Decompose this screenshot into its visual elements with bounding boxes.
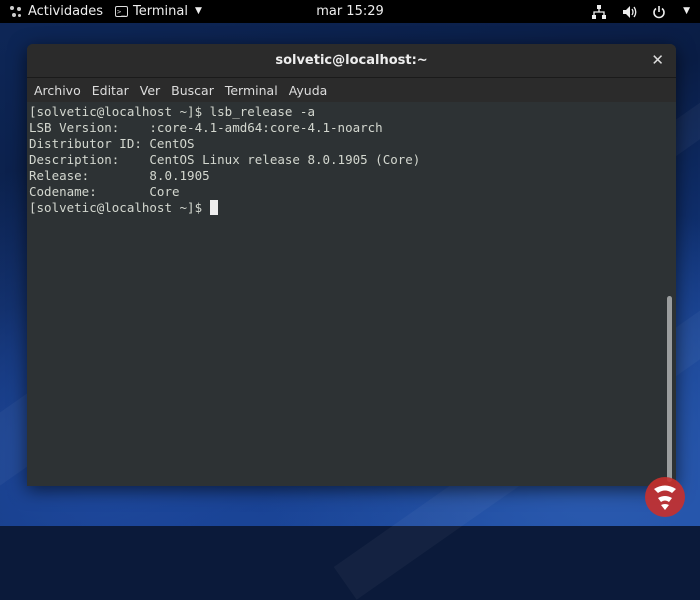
window-titlebar[interactable]: solvetic@localhost:~ ✕ bbox=[27, 44, 676, 78]
terminal-line: Release: 8.0.1905 bbox=[29, 168, 210, 183]
text-cursor bbox=[209, 200, 218, 215]
terminal-prompt-line: [solvetic@localhost ~]$ bbox=[29, 200, 664, 216]
menu-editar[interactable]: Editar bbox=[92, 83, 129, 98]
volume-icon bbox=[621, 4, 637, 20]
watermark-logo bbox=[636, 474, 694, 520]
menu-ayuda[interactable]: Ayuda bbox=[289, 83, 328, 98]
terminal-line: Codename: Core bbox=[29, 184, 180, 199]
terminal-line: LSB Version: :core-4.1-amd64:core-4.1-no… bbox=[29, 120, 383, 135]
power-icon bbox=[651, 4, 667, 20]
terminal-line: [solvetic@localhost ~]$ lsb_release -a bbox=[29, 104, 315, 119]
menu-archivo[interactable]: Archivo bbox=[34, 83, 81, 98]
terminal-prompt: [solvetic@localhost ~]$ bbox=[29, 200, 210, 215]
terminal-output[interactable]: [solvetic@localhost ~]$ lsb_release -a L… bbox=[27, 102, 664, 486]
menu-buscar[interactable]: Buscar bbox=[171, 83, 214, 98]
activities-button[interactable]: Actividades bbox=[10, 0, 103, 23]
terminal-line: Distributor ID: CentOS bbox=[29, 136, 195, 151]
scrollbar[interactable] bbox=[664, 102, 676, 486]
top-bar: Actividades >_ Terminal ▼ mar 15:29 ▼ bbox=[0, 0, 700, 23]
menu-terminal[interactable]: Terminal bbox=[225, 83, 278, 98]
system-tray[interactable]: ▼ bbox=[591, 0, 690, 23]
terminal-line: Description: CentOS Linux release 8.0.19… bbox=[29, 152, 421, 167]
close-icon[interactable]: ✕ bbox=[651, 44, 664, 77]
scrollbar-thumb[interactable] bbox=[667, 296, 672, 482]
clock[interactable]: mar 15:29 bbox=[316, 4, 384, 19]
app-menu-label: Terminal bbox=[133, 4, 188, 19]
terminal-window: solvetic@localhost:~ ✕ Archivo Editar Ve… bbox=[27, 44, 676, 486]
menu-ver[interactable]: Ver bbox=[140, 83, 160, 98]
app-menu[interactable]: >_ Terminal ▼ bbox=[115, 0, 202, 23]
chevron-down-icon: ▼ bbox=[194, 6, 202, 16]
chevron-down-icon: ▼ bbox=[683, 6, 690, 16]
activities-icon bbox=[10, 5, 22, 18]
network-icon bbox=[591, 4, 607, 20]
activities-label: Actividades bbox=[28, 4, 104, 19]
terminal-app-icon: >_ bbox=[115, 6, 128, 17]
menu-bar: Archivo Editar Ver Buscar Terminal Ayuda bbox=[27, 78, 676, 102]
window-title: solvetic@localhost:~ bbox=[275, 53, 428, 68]
